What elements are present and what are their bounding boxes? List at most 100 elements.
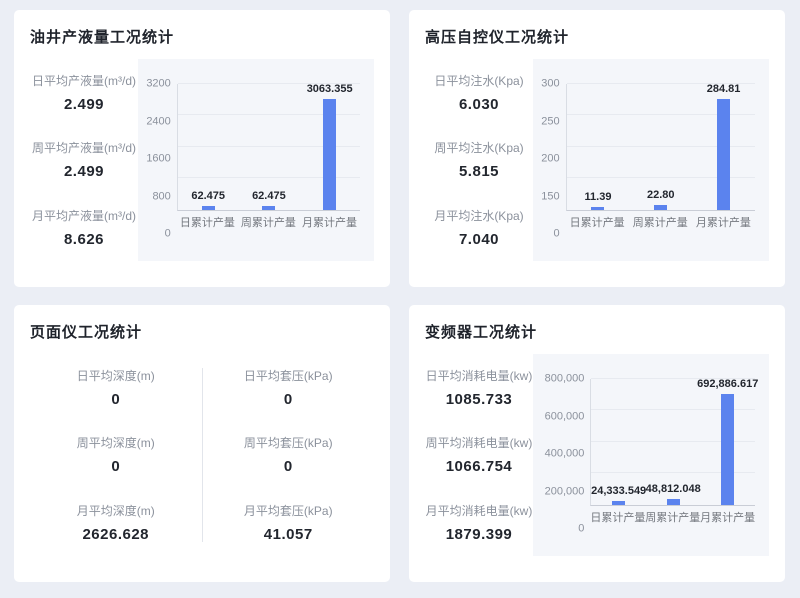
bar bbox=[667, 499, 680, 505]
stat-label: 周平均套压(kPa) bbox=[203, 434, 375, 451]
card-body: 日平均注水(Kpa) 6.030 周平均注水(Kpa) 5.815 月平均注水(… bbox=[425, 59, 769, 261]
x-category-label: 月累计产量 bbox=[692, 214, 755, 230]
stats-column: 日平均消耗电量(kw) 1085.733 周平均消耗电量(kw) 1066.75… bbox=[425, 354, 533, 556]
stat-weekly-avg-casing-pressure: 周平均套压(kPa) 0 bbox=[203, 434, 375, 475]
stat-value: 0 bbox=[30, 458, 202, 475]
x-category-label: 周累计产量 bbox=[645, 509, 700, 525]
card-level-gauge: 页面仪工况统计 日平均深度(m) 0 周平均深度(m) 0 月平均深度(m) 2… bbox=[14, 305, 390, 582]
plot-area: 24,333.54948,812.048692,886.617 bbox=[590, 379, 755, 506]
bar-value-label: 692,886.617 bbox=[697, 379, 758, 390]
stat-label: 日平均消耗电量(kw) bbox=[425, 367, 533, 384]
bar bbox=[717, 99, 730, 210]
card-body: 日平均产液量(m³/d) 2.499 周平均产液量(m³/d) 2.499 月平… bbox=[30, 59, 374, 261]
bar-slot: 3063.355 bbox=[299, 84, 360, 210]
bar-slot: 11.39 bbox=[567, 84, 630, 210]
y-axis-tick-label: 600,000 bbox=[545, 411, 585, 422]
y-axis-tick-label: 150 bbox=[541, 191, 559, 202]
depth-column: 日平均深度(m) 0 周平均深度(m) 0 月平均深度(m) 2626.628 bbox=[30, 354, 202, 556]
card-title-oil-well: 油井产液量工况统计 bbox=[30, 26, 374, 47]
y-axis-tick-label: 250 bbox=[541, 116, 559, 127]
bar-value-label: 62.475 bbox=[252, 191, 286, 202]
bar-chart-oil-well: 080016002400320062.47562.4753063.355日累计产… bbox=[138, 59, 374, 261]
stat-label: 月平均注水(Kpa) bbox=[425, 207, 533, 224]
stat-value: 8.626 bbox=[30, 231, 138, 248]
y-axis-tick-label: 200 bbox=[541, 154, 559, 165]
bar-slot: 692,886.617 bbox=[700, 379, 754, 505]
bar-slot: 284.81 bbox=[692, 84, 755, 210]
stat-weekly-avg-depth: 周平均深度(m) 0 bbox=[30, 434, 202, 475]
stat-daily-avg-depth: 日平均深度(m) 0 bbox=[30, 367, 202, 408]
y-axis-tick-label: 2400 bbox=[146, 116, 170, 127]
stat-value: 2.499 bbox=[30, 96, 138, 113]
bar bbox=[202, 206, 215, 210]
card-body: 日平均消耗电量(kw) 1085.733 周平均消耗电量(kw) 1066.75… bbox=[425, 354, 769, 556]
y-axis-tick-label: 0 bbox=[578, 524, 584, 535]
stat-label: 月平均消耗电量(kw) bbox=[425, 502, 533, 519]
stat-label: 周平均产液量(m³/d) bbox=[30, 139, 138, 156]
bar bbox=[721, 394, 734, 505]
x-category-label: 日累计产量 bbox=[566, 214, 629, 230]
stat-weekly-avg-liquid: 周平均产液量(m³/d) 2.499 bbox=[30, 139, 138, 180]
stat-value: 6.030 bbox=[425, 96, 533, 113]
bar-slot: 24,333.549 bbox=[591, 379, 645, 505]
bar-value-label: 62.475 bbox=[191, 191, 225, 202]
stat-monthly-avg-casing-pressure: 月平均套压(kPa) 41.057 bbox=[203, 502, 375, 543]
stat-label: 月平均产液量(m³/d) bbox=[30, 207, 138, 224]
bar-value-label: 284.81 bbox=[707, 84, 741, 95]
stat-value: 1085.733 bbox=[425, 391, 533, 408]
stat-label: 日平均注水(Kpa) bbox=[425, 72, 533, 89]
bar bbox=[612, 501, 625, 504]
x-category-label: 月累计产量 bbox=[700, 509, 755, 525]
stat-label: 日平均深度(m) bbox=[30, 367, 202, 384]
plot-area: 11.3922.80284.81 bbox=[566, 84, 755, 211]
dashboard: 油井产液量工况统计 日平均产液量(m³/d) 2.499 周平均产液量(m³/d… bbox=[0, 0, 800, 598]
stat-monthly-avg-depth: 月平均深度(m) 2626.628 bbox=[30, 502, 202, 543]
stat-value: 5.815 bbox=[425, 163, 533, 180]
stat-monthly-avg-injection: 月平均注水(Kpa) 7.040 bbox=[425, 207, 533, 248]
bar-value-label: 3063.355 bbox=[307, 84, 353, 95]
casing-pressure-column: 日平均套压(kPa) 0 周平均套压(kPa) 0 月平均套压(kPa) 41.… bbox=[203, 354, 375, 556]
stat-label: 周平均注水(Kpa) bbox=[425, 139, 533, 156]
card-frequency-converter: 变频器工况统计 日平均消耗电量(kw) 1085.733 周平均消耗电量(kw)… bbox=[409, 305, 785, 582]
stat-label: 日平均产液量(m³/d) bbox=[30, 72, 138, 89]
bar-slot: 62.475 bbox=[178, 84, 239, 210]
bar-value-label: 48,812.048 bbox=[646, 484, 701, 495]
stats-column: 日平均产液量(m³/d) 2.499 周平均产液量(m³/d) 2.499 月平… bbox=[30, 59, 138, 261]
bar-slot: 48,812.048 bbox=[646, 379, 700, 505]
x-category-label: 日累计产量 bbox=[590, 509, 645, 525]
bar-chart-frequency-converter: 0200,000400,000600,000800,00024,333.5494… bbox=[533, 354, 769, 556]
stat-value: 7.040 bbox=[425, 231, 533, 248]
x-category-label: 周累计产量 bbox=[238, 214, 299, 230]
stat-value: 2.499 bbox=[30, 163, 138, 180]
stat-weekly-avg-power: 周平均消耗电量(kw) 1066.754 bbox=[425, 434, 533, 475]
card-title-frequency-converter: 变频器工况统计 bbox=[425, 321, 769, 342]
card-title-level-gauge: 页面仪工况统计 bbox=[30, 321, 374, 342]
y-axis-tick-label: 400,000 bbox=[545, 449, 585, 460]
card-body: 日平均深度(m) 0 周平均深度(m) 0 月平均深度(m) 2626.628 … bbox=[30, 354, 374, 556]
stat-label: 周平均深度(m) bbox=[30, 434, 202, 451]
x-category-label: 日累计产量 bbox=[177, 214, 238, 230]
stat-value: 0 bbox=[30, 391, 202, 408]
stat-label: 月平均套压(kPa) bbox=[203, 502, 375, 519]
stat-label: 日平均套压(kPa) bbox=[203, 367, 375, 384]
bar bbox=[262, 206, 275, 210]
stat-label: 周平均消耗电量(kw) bbox=[425, 434, 533, 451]
stats-column: 日平均注水(Kpa) 6.030 周平均注水(Kpa) 5.815 月平均注水(… bbox=[425, 59, 533, 261]
card-title-high-pressure: 高压自控仪工况统计 bbox=[425, 26, 769, 47]
stat-value: 2626.628 bbox=[30, 526, 202, 543]
y-axis-tick-label: 0 bbox=[165, 229, 171, 240]
stat-daily-avg-injection: 日平均注水(Kpa) 6.030 bbox=[425, 72, 533, 113]
stat-value: 0 bbox=[203, 391, 375, 408]
stat-label: 月平均深度(m) bbox=[30, 502, 202, 519]
bar-chart-high-pressure: 015020025030011.3922.80284.81日累计产量周累计产量月… bbox=[533, 59, 769, 261]
x-category-label: 周累计产量 bbox=[629, 214, 692, 230]
y-axis-tick-label: 1600 bbox=[146, 154, 170, 165]
y-axis-tick-label: 200,000 bbox=[545, 486, 585, 497]
bar-value-label: 24,333.549 bbox=[591, 486, 646, 497]
stat-value: 1066.754 bbox=[425, 458, 533, 475]
stat-monthly-avg-liquid: 月平均产液量(m³/d) 8.626 bbox=[30, 207, 138, 248]
stat-daily-avg-power: 日平均消耗电量(kw) 1085.733 bbox=[425, 367, 533, 408]
stat-daily-avg-liquid: 日平均产液量(m³/d) 2.499 bbox=[30, 72, 138, 113]
stat-value: 0 bbox=[203, 458, 375, 475]
x-category-label: 月累计产量 bbox=[299, 214, 360, 230]
